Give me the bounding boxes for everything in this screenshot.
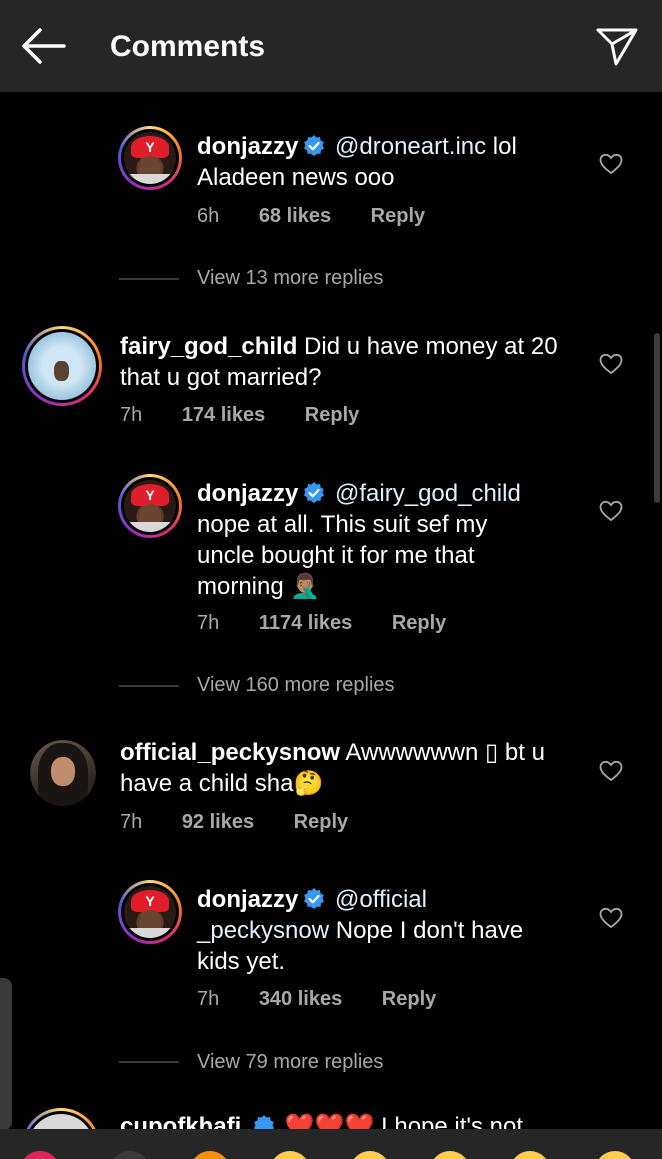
comment-body: ❤️❤️❤️ I hope it's not [284,1113,524,1129]
divider [119,1061,179,1063]
username[interactable]: official_peckysnow [120,739,340,766]
divider [119,685,179,687]
avatar[interactable] [118,126,182,190]
reply-button[interactable]: Reply [392,612,446,635]
view-more-replies[interactable]: View 13 more replies [197,267,383,290]
avatar[interactable] [118,880,182,944]
reply-button[interactable]: Reply [294,811,348,834]
likes-count[interactable]: 68 likes [259,205,331,228]
avatar[interactable] [30,740,96,806]
comment-meta: 7h 1174 likes Reply [197,612,446,635]
comment-body: that u got married? [120,364,322,391]
divider [119,278,179,280]
avatar[interactable] [118,474,182,538]
reply-button[interactable]: Reply [382,988,436,1011]
scrollbar[interactable] [654,333,660,503]
comment-meta: 6h 68 likes Reply [197,205,425,228]
username[interactable]: cupofkhafi [120,1113,241,1129]
mention-link[interactable]: @fairy_god_child [335,480,521,507]
heart-emoji-icon[interactable] [20,1151,60,1159]
paper-plane-icon[interactable] [594,24,640,68]
clap-emoji-icon[interactable] [270,1151,310,1159]
page-title: Comments [110,30,266,63]
heart-icon[interactable] [599,907,623,929]
timestamp: 7h [197,612,220,634]
timestamp: 7h [120,811,143,833]
mention-link[interactable]: @official [335,886,427,913]
heart-icon[interactable] [599,500,623,522]
comment-text: cupofkhafi ❤️❤️❤️ I hope it's not [120,1112,523,1129]
comment-body: Nope I don't have [335,917,524,944]
comment-body: Awwwwwwn ▯ bt u [345,739,545,766]
comment-body: Aladeen news ooo [197,164,395,191]
avatar[interactable] [22,326,102,406]
comment-body: nope at all. This suit sef my [197,511,488,538]
verified-badge-icon [304,482,325,503]
username[interactable]: donjazzy [197,480,298,507]
heart-icon[interactable] [599,153,623,175]
hands-emoji-icon[interactable] [110,1151,150,1159]
likes-count[interactable]: 174 likes [182,404,265,427]
username[interactable]: fairy_god_child [120,333,297,360]
timestamp: 7h [120,404,143,426]
laughing-emoji-icon[interactable] [595,1151,635,1159]
heart-icon[interactable] [599,760,623,782]
comment-text: donjazzy @droneart.inc lol Aladeen news … [197,131,587,193]
view-more-replies[interactable]: View 160 more replies [197,674,395,697]
verified-badge-icon [304,888,325,909]
username[interactable]: donjazzy [197,133,298,160]
reply-button[interactable]: Reply [305,404,359,427]
mention-link[interactable]: @droneart.inc [335,133,486,160]
view-more-replies[interactable]: View 79 more replies [197,1051,383,1074]
surprised-emoji-icon[interactable] [510,1151,550,1159]
emoji-quick-bar [0,1129,662,1159]
top-bar: Comments [0,0,662,92]
timestamp: 6h [197,205,220,227]
comment-meta: 7h 340 likes Reply [197,988,436,1011]
heart-icon[interactable] [599,353,623,375]
likes-count[interactable]: 92 likes [182,811,254,834]
likes-count[interactable]: 340 likes [259,988,342,1011]
heart-eyes-emoji-icon[interactable] [430,1151,470,1159]
comment-text: official_peckysnow Awwwwwwn ▯ bt u have … [120,737,590,799]
fire-emoji-icon[interactable] [190,1151,230,1159]
comment-body: have a child sha🤔 [120,770,324,797]
reply-button[interactable]: Reply [371,205,425,228]
comment-text: fairy_god_child Did u have money at 20 t… [120,331,590,393]
verified-badge-icon [254,1115,275,1129]
comment-meta: 7h 92 likes Reply [120,811,348,834]
comment-meta: 7h 174 likes Reply [120,404,359,427]
comment-body: uncle bought it for me that [197,542,475,569]
edge-panel-handle[interactable] [0,978,12,1130]
verified-badge-icon [304,135,325,156]
comment-text: donjazzy @fairy_god_child nope at all. T… [197,478,587,602]
username[interactable]: donjazzy [197,886,298,913]
mention-link[interactable]: _peckysnow [197,917,329,944]
comment-text: donjazzy @official _peckysnow Nope I don… [197,884,587,977]
comment-body: kids yet. [197,948,286,975]
crying-emoji-icon[interactable] [350,1151,390,1159]
arrow-left-icon[interactable] [18,26,68,66]
likes-count[interactable]: 1174 likes [259,612,352,635]
comment-body: lol [492,133,517,160]
comment-body: morning 🤦🏽‍♂️ [197,573,321,600]
comment-body: Did u have money at 20 [304,333,558,360]
timestamp: 7h [197,988,220,1010]
